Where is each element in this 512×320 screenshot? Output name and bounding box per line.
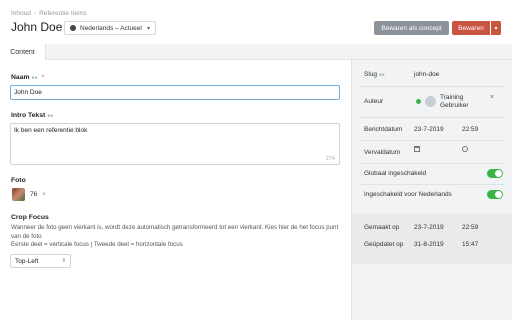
- locale-enabled-toggle[interactable]: [487, 190, 503, 199]
- top-bar: Inhoud › Referentie Items John Doe Neder…: [0, 0, 512, 44]
- translate-icon: ●●: [378, 72, 385, 78]
- author-name: Training Gebruiker: [440, 94, 469, 109]
- photo-thumbnail[interactable]: [12, 188, 25, 201]
- author-label: Auteur: [364, 98, 384, 105]
- author-field[interactable]: Training Gebruiker: [416, 94, 470, 109]
- save-button[interactable]: Bewaren: [452, 21, 490, 35]
- publish-date-value[interactable]: 23-7-2019: [414, 126, 444, 133]
- slug-label-text: Slug: [364, 71, 378, 78]
- created-label: Gemaakt op: [364, 224, 400, 231]
- divider: [360, 163, 505, 164]
- remove-author-icon[interactable]: ×: [490, 94, 494, 101]
- main-form: Naam ●● * John Doe Intro Tekst ●● Ik ben…: [0, 60, 351, 320]
- divider: [360, 117, 505, 118]
- global-enabled-toggle[interactable]: [487, 169, 503, 178]
- save-options-button[interactable]: ▾: [491, 21, 501, 35]
- globe-icon: [70, 25, 76, 31]
- save-concept-button[interactable]: Bewaren als concept: [374, 21, 449, 35]
- clock-icon[interactable]: [462, 146, 468, 152]
- chevron-updown-icon: ⇕: [61, 258, 66, 264]
- crop-focus-value: Top-Left: [15, 257, 39, 265]
- photo-field: 76 ×: [12, 188, 46, 201]
- created-time: 22:59: [462, 224, 479, 231]
- char-counter: 274: [325, 156, 335, 162]
- tab-bar: Content: [0, 44, 512, 60]
- remove-photo-icon[interactable]: ×: [42, 191, 46, 198]
- locale-enabled-label: Ingeschakeld voor Nederlands: [364, 191, 452, 198]
- meta-info: Gemaakt op 23-7-2019 22:59 Geüpdatet op …: [352, 213, 512, 264]
- intro-label: Intro Tekst ●●: [11, 112, 53, 119]
- locale-dropdown[interactable]: Nederlands – Actueel ▾: [64, 21, 156, 35]
- photo-label: Foto: [11, 177, 26, 184]
- breadcrumb-section[interactable]: Referentie Items: [39, 10, 87, 17]
- expire-date-label: Vervaldatum: [364, 149, 401, 156]
- required-marker: *: [41, 74, 45, 81]
- crop-help: Wanneer de foto geen vierkant is, wordt …: [11, 224, 341, 250]
- divider: [360, 86, 505, 87]
- crop-focus-select[interactable]: Top-Left ⇕: [10, 254, 71, 268]
- tab-content[interactable]: Content: [0, 44, 46, 60]
- intro-textarea[interactable]: Ik ben een referentie blok 274: [10, 123, 340, 165]
- photo-id: 76: [30, 191, 38, 198]
- translate-icon: ●●: [47, 112, 54, 119]
- divider: [360, 184, 505, 185]
- created-date: 23-7-2019: [414, 224, 444, 231]
- global-enabled-label: Globaal ingeschakeld: [364, 170, 427, 177]
- calendar-icon[interactable]: [414, 146, 420, 152]
- publish-time-value[interactable]: 22:59: [462, 126, 478, 133]
- breadcrumb: Inhoud › Referentie Items: [11, 10, 87, 17]
- translate-icon: ●●: [31, 74, 38, 81]
- online-status-icon: [416, 99, 421, 104]
- publish-date-label: Berichtdatum: [364, 126, 403, 133]
- locale-value: Nederlands – Actueel: [80, 24, 142, 32]
- page-title: John Doe: [11, 20, 63, 34]
- name-label: Naam ●● *: [11, 74, 44, 81]
- updated-label: Geüpdatet op: [364, 241, 404, 248]
- breadcrumb-separator: ›: [33, 10, 37, 17]
- properties-sidebar: Slug ●● john-doe Auteur Training Gebruik…: [351, 60, 512, 320]
- slug-label: Slug ●●: [364, 71, 385, 78]
- crop-help-text: Wanneer de foto geen vierkant is, wordt …: [11, 224, 339, 240]
- avatar: [425, 96, 436, 107]
- updated-date: 31-8-2019: [414, 241, 444, 248]
- intro-label-text: Intro Tekst: [11, 112, 46, 119]
- name-input[interactable]: John Doe: [10, 85, 340, 100]
- intro-value: Ik ben een referentie blok: [14, 127, 88, 134]
- chevron-down-icon: ▾: [494, 25, 498, 32]
- crop-label: Crop Focus: [11, 214, 49, 221]
- crop-help-legend: Eerste deel = verticale focus | Tweede d…: [11, 241, 183, 248]
- updated-time: 15:47: [462, 241, 479, 248]
- name-label-text: Naam: [11, 74, 30, 81]
- chevron-down-icon: ▾: [146, 25, 150, 32]
- breadcrumb-home[interactable]: Inhoud: [11, 10, 31, 17]
- slug-value[interactable]: john-doe: [414, 71, 439, 78]
- divider: [360, 140, 505, 141]
